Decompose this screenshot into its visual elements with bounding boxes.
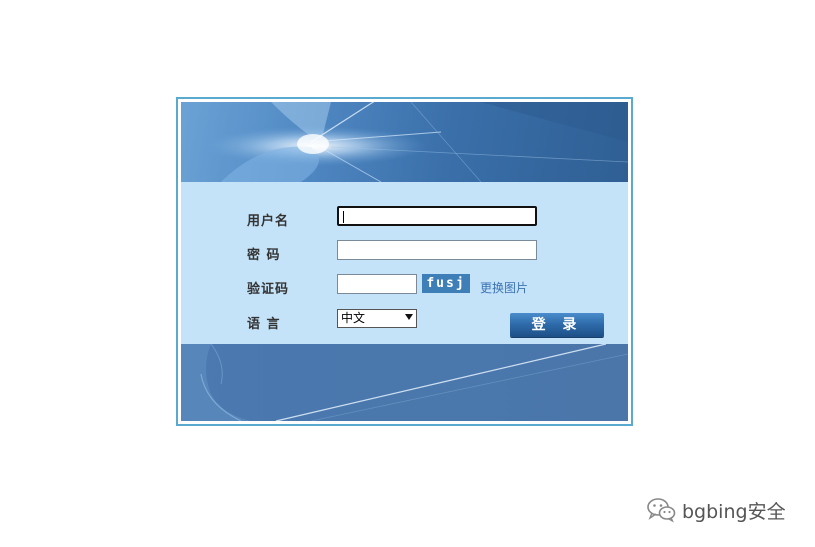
watermark: bgbing安全 (646, 496, 786, 524)
captcha-label: 验证码 (247, 282, 290, 297)
username-input[interactable] (337, 206, 537, 226)
language-label: 语 言 (247, 317, 281, 332)
password-label: 密 码 (247, 248, 281, 263)
text-caret (343, 211, 344, 223)
wechat-icon (647, 498, 676, 523)
chevron-down-icon (405, 314, 413, 320)
language-select[interactable]: 中文 (337, 309, 417, 328)
captcha-image[interactable]: fusj (422, 274, 470, 293)
footer-banner (181, 344, 628, 421)
password-input[interactable] (337, 240, 537, 260)
language-selected-value: 中文 (341, 311, 366, 325)
username-label: 用户名 (247, 214, 290, 229)
refresh-captcha-link[interactable]: 更换图片 (480, 279, 528, 296)
login-form: 用户名 密 码 验证码 fusj 更换图片 语 言 中文 登 录 (181, 182, 628, 344)
login-frame: 用户名 密 码 验证码 fusj 更换图片 语 言 中文 登 录 (176, 97, 633, 426)
captcha-input[interactable] (337, 274, 417, 294)
login-button[interactable]: 登 录 (510, 313, 604, 337)
watermark-text: bgbing安全 (682, 500, 786, 523)
login-panel: 用户名 密 码 验证码 fusj 更换图片 语 言 中文 登 录 (181, 102, 628, 421)
header-banner (181, 102, 628, 182)
